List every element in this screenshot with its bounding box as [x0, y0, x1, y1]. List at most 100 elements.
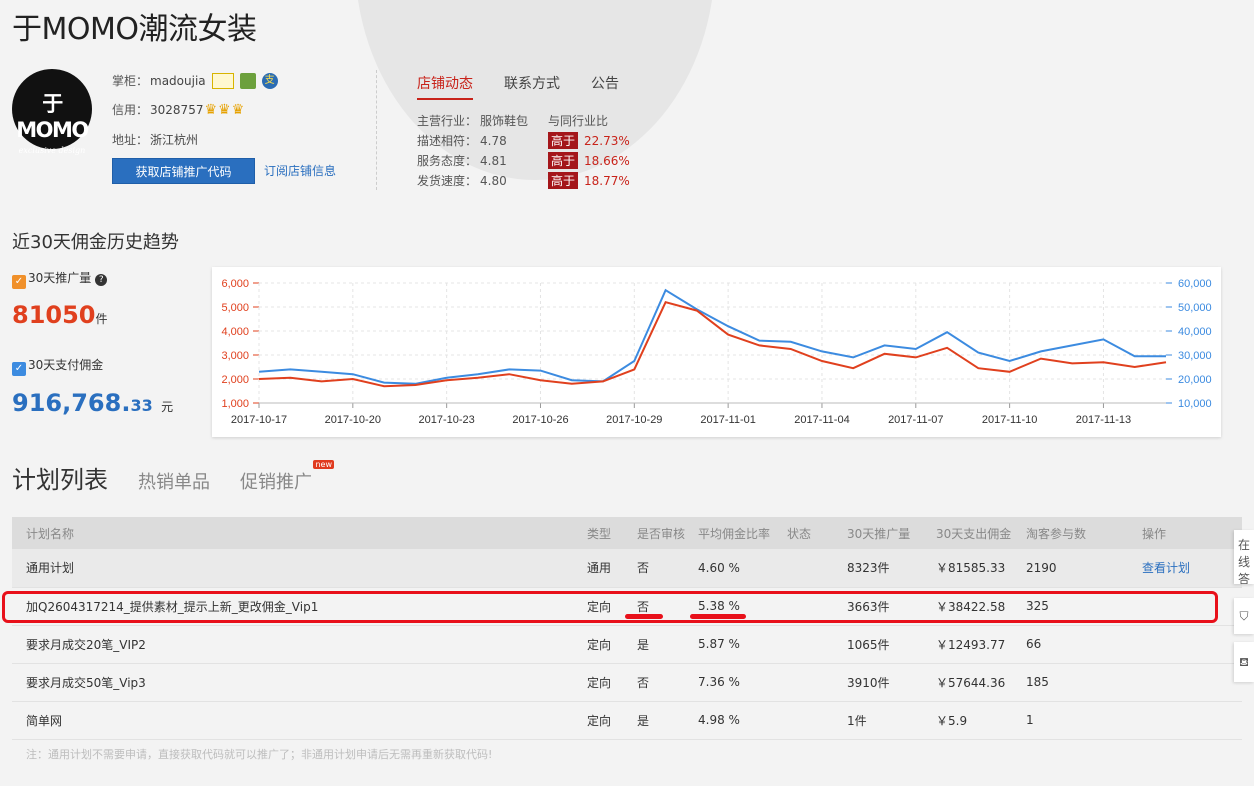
cell-status: [787, 701, 847, 739]
cell-plan-name: 简单网: [26, 713, 63, 728]
footnote: 注：通用计划不需要申请，直接获取代码就可以推广了；非通用计划申请后无需再重新获取…: [26, 748, 493, 761]
x-tick-label: 2017-10-29: [606, 414, 662, 426]
x-tick-label: 2017-11-10: [982, 414, 1037, 426]
col-action: 操作: [1142, 526, 1167, 541]
trend-chart-svg: 1,000 2,000 3,000 4,000 5,000 6,000 10,000 20,0…: [221, 278, 1212, 426]
y-left-tick-label: 1,000: [221, 398, 249, 410]
dsr-level-badge: 高于: [548, 152, 579, 169]
industry-value: 服饰鞋包: [480, 114, 529, 128]
x-tick-label: 2017-10-17: [231, 414, 287, 426]
highlight-box: [2, 591, 1218, 623]
divider: [376, 70, 377, 190]
dsr-row: 描述相符： 4.78 高于 22.73%: [417, 132, 630, 149]
commission-decimal: 33: [130, 396, 153, 415]
cell-promo-count: 8323件: [847, 561, 890, 576]
compare-label: 与同行业比: [548, 114, 609, 128]
crown-icon: ♛: [231, 101, 245, 118]
credit-value: 3028757: [150, 102, 204, 117]
promo-count-toggle[interactable]: ✓ 30天推广量?: [12, 269, 108, 289]
table-row: 简单网 定向 是 4.98 % 1件 ￥5.9 1: [12, 701, 1242, 739]
commission-label: 30天支付佣金: [28, 358, 104, 372]
cell-avg-rate: 4.60 %: [698, 560, 740, 575]
dsr-score: 4.78: [480, 134, 507, 148]
cell-avg-rate: 5.87 %: [698, 637, 740, 651]
series-line-left: [258, 301, 1167, 388]
industry-row: 主营行业： 服饰鞋包 与同行业比: [417, 112, 608, 129]
x-tick-label: 2017-10-23: [419, 414, 475, 426]
highlight-underline: [690, 614, 746, 619]
online-service-widget[interactable]: 在线答: [1234, 530, 1254, 584]
address-value: 浙江杭州: [150, 133, 199, 147]
view-plan-link[interactable]: 查看计划: [1142, 561, 1190, 575]
y-right-tick-label: 40,000: [1178, 326, 1212, 338]
address-row: 地址： 浙江杭州: [112, 131, 198, 148]
shop-title: 于MOMO潮流女装: [12, 12, 257, 47]
y-left-tick-label: 4,000: [221, 326, 249, 338]
col-avg-rate: 平均佣金比率: [698, 526, 771, 541]
industry-label: 主营行业：: [417, 114, 478, 128]
dsr-percent: 22.73%: [584, 134, 630, 148]
y-left-tick-label: 5,000: [221, 302, 249, 314]
cell-promo-count: 3910件: [847, 675, 890, 690]
tab-shop-news[interactable]: 店铺动态: [417, 73, 473, 100]
commission-value: 916,768.: [12, 389, 131, 417]
side-tool-button[interactable]: ⛉: [1234, 598, 1254, 634]
col-promo-count: 30天推广量: [847, 526, 911, 541]
highlight-underline: [625, 614, 663, 619]
dsr-level-badge: 高于: [548, 132, 579, 149]
plan-table-body: 通用计划 通用否 4.60 % 8323件 ￥81585.33 2190 查看计划 加Q260…: [12, 549, 1242, 739]
id-card-icon: [211, 72, 234, 89]
cell-participants: 1: [1026, 713, 1034, 727]
col-participants: 淘客参与数: [1026, 526, 1087, 541]
cell-action: 查看计划: [1142, 549, 1242, 587]
help-icon[interactable]: ?: [95, 274, 108, 286]
y-right-tick-label: 20,000: [1178, 374, 1212, 386]
owner-name[interactable]: madoujia: [150, 74, 206, 88]
dsr-percent: 18.77%: [584, 174, 630, 188]
dsr-row: 发货速度： 4.80 高于 18.77%: [417, 172, 630, 189]
col-review: 是否审核: [637, 526, 686, 541]
cell-plan-name: 通用计划: [26, 561, 75, 576]
commission-toggle[interactable]: ✓ 30天支付佣金: [12, 356, 103, 376]
owner-label: 掌柜：: [112, 74, 149, 88]
series-line-right: [258, 288, 1166, 385]
plan-table: 计划名称 类型 是否审核 平均佣金比率 状态 30天推广量 30天支出佣金 淘客…: [12, 517, 1242, 740]
checkbox-icon[interactable]: ✓: [12, 275, 26, 289]
table-row: 要求月成交20笔_VIP2 定向 是 5.87 % 1065件 ￥12493.77 66: [12, 625, 1242, 663]
shop-logo[interactable]: 于MOMO exclusive design: [12, 69, 92, 155]
tab-contact[interactable]: 联系方式: [504, 73, 560, 100]
cell-promo-count: 1065件: [847, 637, 890, 652]
logo-subtext: exclusive design: [18, 146, 86, 155]
cell-action: [1142, 701, 1242, 739]
x-tick-label: 2017-10-26: [512, 414, 568, 426]
dsr-label: 描述相符：: [417, 134, 478, 148]
tab-plan-list[interactable]: 计划列表: [12, 460, 108, 495]
y-left-tick-label: 2,000: [221, 374, 249, 386]
side-user-button[interactable]: ⛾: [1234, 642, 1254, 682]
cell-action: [1142, 663, 1242, 701]
plan-tabs: 计划列表 热销单品 促销推广 new: [12, 460, 342, 495]
x-tick-label: 2017-10-20: [325, 414, 381, 426]
tab-promotions[interactable]: 促销推广 new: [240, 460, 334, 494]
y-right-tick-label: 60,000: [1178, 278, 1212, 290]
cell-plan-name: 要求月成交50笔_Vip3: [26, 675, 146, 690]
cell-type: 定向: [587, 713, 612, 728]
cell-promo-count: 1件: [847, 713, 867, 728]
dsr-label: 服务态度：: [417, 154, 478, 168]
new-badge: new: [313, 460, 334, 469]
cell-review: 是: [637, 713, 650, 728]
commission-metric: 916,768.33 元: [12, 389, 173, 417]
cell-participants: 66: [1026, 637, 1042, 651]
get-promo-code-button[interactable]: 获取店铺推广代码: [112, 158, 255, 184]
plan-table-wrap: 计划名称 类型 是否审核 平均佣金比率 状态 30天推广量 30天支出佣金 淘客…: [12, 517, 1242, 740]
checkbox-icon[interactable]: ✓: [12, 362, 26, 376]
promo-count-label: 30天推广量: [28, 271, 92, 285]
tab-announcement[interactable]: 公告: [591, 73, 619, 100]
dsr-row: 服务态度： 4.81 高于 18.66%: [417, 152, 630, 169]
owner-row: 掌柜： madoujia 支: [112, 72, 278, 89]
subscribe-shop-link[interactable]: 订阅店铺信息: [264, 162, 336, 179]
trend-chart: 1,000 2,000 3,000 4,000 5,000 6,000 10,000 20,0…: [212, 267, 1221, 437]
dsr-score: 4.80: [480, 174, 507, 188]
cell-participants: 2190: [1026, 560, 1057, 575]
tab-hot-items[interactable]: 热销单品: [138, 468, 210, 494]
